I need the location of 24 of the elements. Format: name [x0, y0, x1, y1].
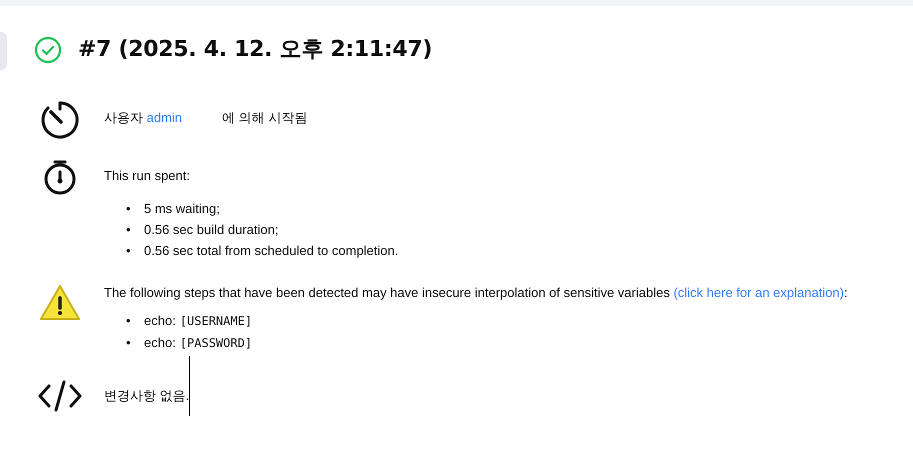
success-check-icon [34, 36, 62, 64]
step-name: echo: [144, 334, 176, 352]
sidebar-tab[interactable] [0, 32, 7, 70]
step-name: echo: [144, 312, 176, 330]
no-changes-text: 변경사항 없음. [104, 387, 190, 406]
warning-icon [38, 282, 82, 322]
step-args: [PASSWORD] [180, 335, 252, 352]
bullet: • [126, 334, 132, 352]
timer-icon [40, 100, 80, 140]
link[interactable]: admin [146, 110, 182, 125]
timing-item: 0.56 sec build duration; [144, 220, 278, 238]
code-icon [37, 379, 83, 413]
bullet: • [126, 242, 132, 260]
bullet: • [126, 220, 132, 238]
run-summary-text: This run spent: [104, 167, 191, 185]
bullet: • [126, 200, 132, 218]
link[interactable]: (click here for an explanation) [673, 284, 844, 300]
timing-item: 5 ms waiting; [144, 200, 220, 218]
started-by-text: 사용자 admin 에 의해 시작됨 [104, 109, 308, 127]
build-title: #7 (2025. 4. 12. 오후 2:11:47) [78, 36, 432, 64]
step-args: [USERNAME] [180, 313, 252, 330]
timing-item: 0.56 sec total from scheduled to completion. [144, 242, 398, 260]
warning-text: The following steps that have been detected may have insecure interpolation of sensitive variables (click here for an explanation): [104, 284, 848, 302]
bullet: • [126, 312, 132, 330]
